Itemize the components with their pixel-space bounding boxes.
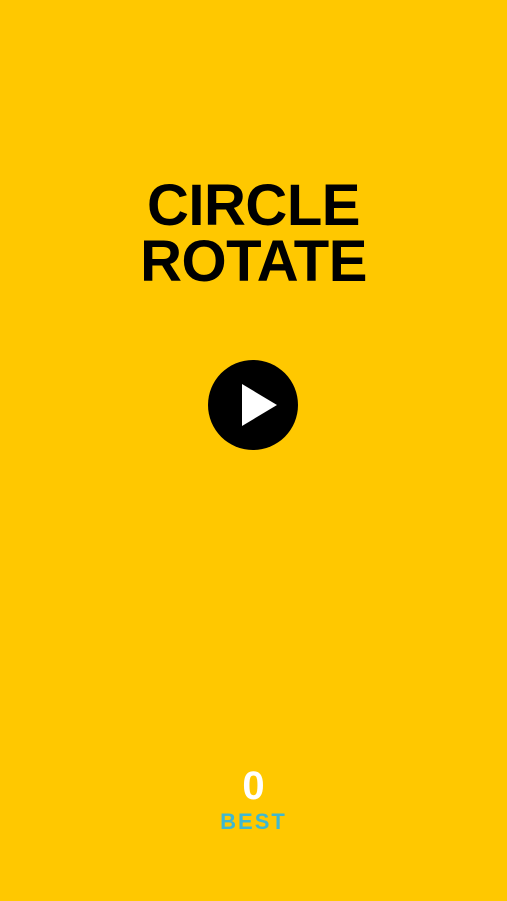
play-button[interactable] [208,360,298,450]
title-line-2: ROTATE [140,229,367,294]
game-title: CIRCLE ROTATE [0,173,507,294]
start-screen: CIRCLE ROTATE 0 BEST [0,0,507,901]
play-icon [242,384,277,426]
best-score-label: BEST [220,809,287,834]
best-score-value: 0 [242,764,265,808]
title-line-1: CIRCLE [147,173,360,238]
